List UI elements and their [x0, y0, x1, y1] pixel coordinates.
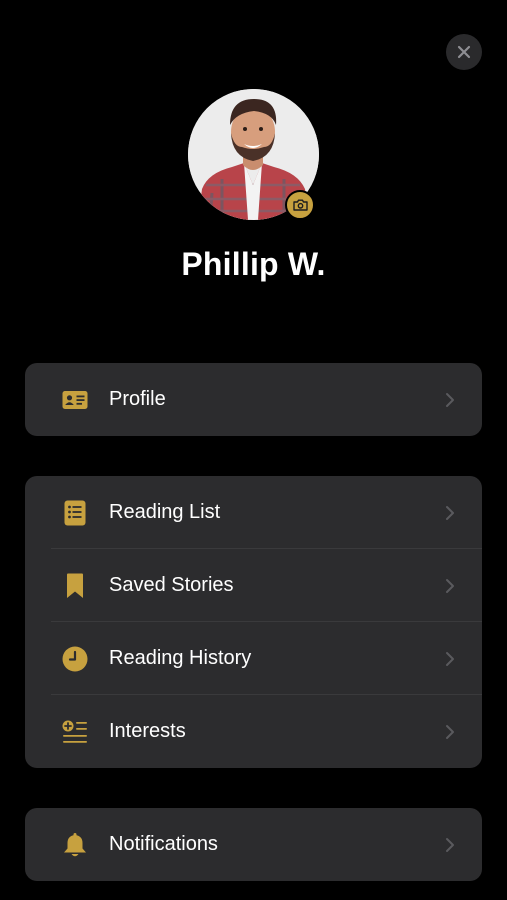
menu-item-reading-history[interactable]: Reading History: [25, 622, 482, 695]
menu-item-label: Reading History: [109, 647, 252, 669]
avatar-container[interactable]: [188, 89, 319, 220]
id-card-icon: [62, 387, 88, 413]
close-icon: [457, 45, 471, 59]
bookmark-icon: [62, 573, 88, 599]
menu-item-label: Profile: [109, 388, 166, 410]
menu-item-label: Interests: [109, 720, 186, 742]
camera-icon: [292, 199, 308, 211]
add-interests-icon: [62, 719, 88, 745]
chevron-right-icon: [446, 578, 454, 593]
change-photo-button[interactable]: [285, 190, 315, 220]
bell-icon: [62, 832, 88, 858]
chevron-right-icon: [446, 724, 454, 739]
clock-icon: [62, 646, 88, 672]
menu-item-profile[interactable]: Profile: [25, 363, 482, 436]
menu-item-saved-stories[interactable]: Saved Stories: [25, 549, 482, 622]
chevron-right-icon: [446, 392, 454, 407]
menu-item-notifications[interactable]: Notifications: [25, 808, 482, 881]
list-icon: [62, 500, 88, 526]
menu-group-account: Profile: [25, 363, 482, 436]
chevron-right-icon: [446, 651, 454, 666]
menu-item-interests[interactable]: Interests: [25, 695, 482, 768]
menu-group-reading: Reading List Saved Stories Reading Histo…: [25, 476, 482, 768]
menu-item-label: Saved Stories: [109, 574, 234, 596]
chevron-right-icon: [446, 837, 454, 852]
menu-group-settings: Notifications: [25, 808, 482, 881]
menu-item-reading-list[interactable]: Reading List: [25, 476, 482, 549]
chevron-right-icon: [446, 505, 454, 520]
menu-item-label: Reading List: [109, 501, 221, 523]
user-name: Phillip W.: [181, 246, 326, 282]
close-button[interactable]: [446, 34, 482, 70]
menu-item-label: Notifications: [109, 833, 218, 855]
